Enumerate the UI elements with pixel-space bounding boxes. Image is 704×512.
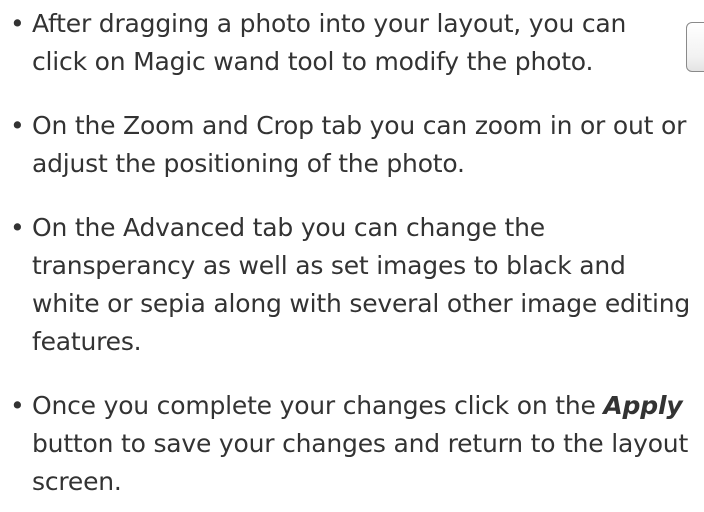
bullet-point: • (10, 9, 25, 38)
list-item: • On the Zoom and Crop tab you can zoom … (10, 107, 700, 183)
magic-wand-button[interactable] (686, 22, 704, 72)
bullet-point: • (10, 111, 25, 140)
instruction-text-before: Once you complete your changes click on … (32, 391, 604, 420)
instruction-text: On the Zoom and Crop tab you can zoom in… (32, 111, 687, 178)
instruction-text: After dragging a photo into your layout,… (32, 9, 627, 76)
instruction-text-after: button to save your changes and return t… (32, 429, 689, 496)
bullet-point: • (10, 213, 25, 242)
instruction-text: Once you complete your changes click on … (32, 387, 700, 501)
bullet-point: • (10, 391, 25, 420)
list-item: • After dragging a photo into your layou… (10, 5, 670, 81)
apply-emphasis: Apply (603, 391, 683, 420)
list-item: • On the Advanced tab you can change the… (10, 209, 700, 361)
instruction-text: On the Advanced tab you can change the t… (32, 213, 691, 356)
list-item: • Once you complete your changes click o… (10, 387, 700, 501)
